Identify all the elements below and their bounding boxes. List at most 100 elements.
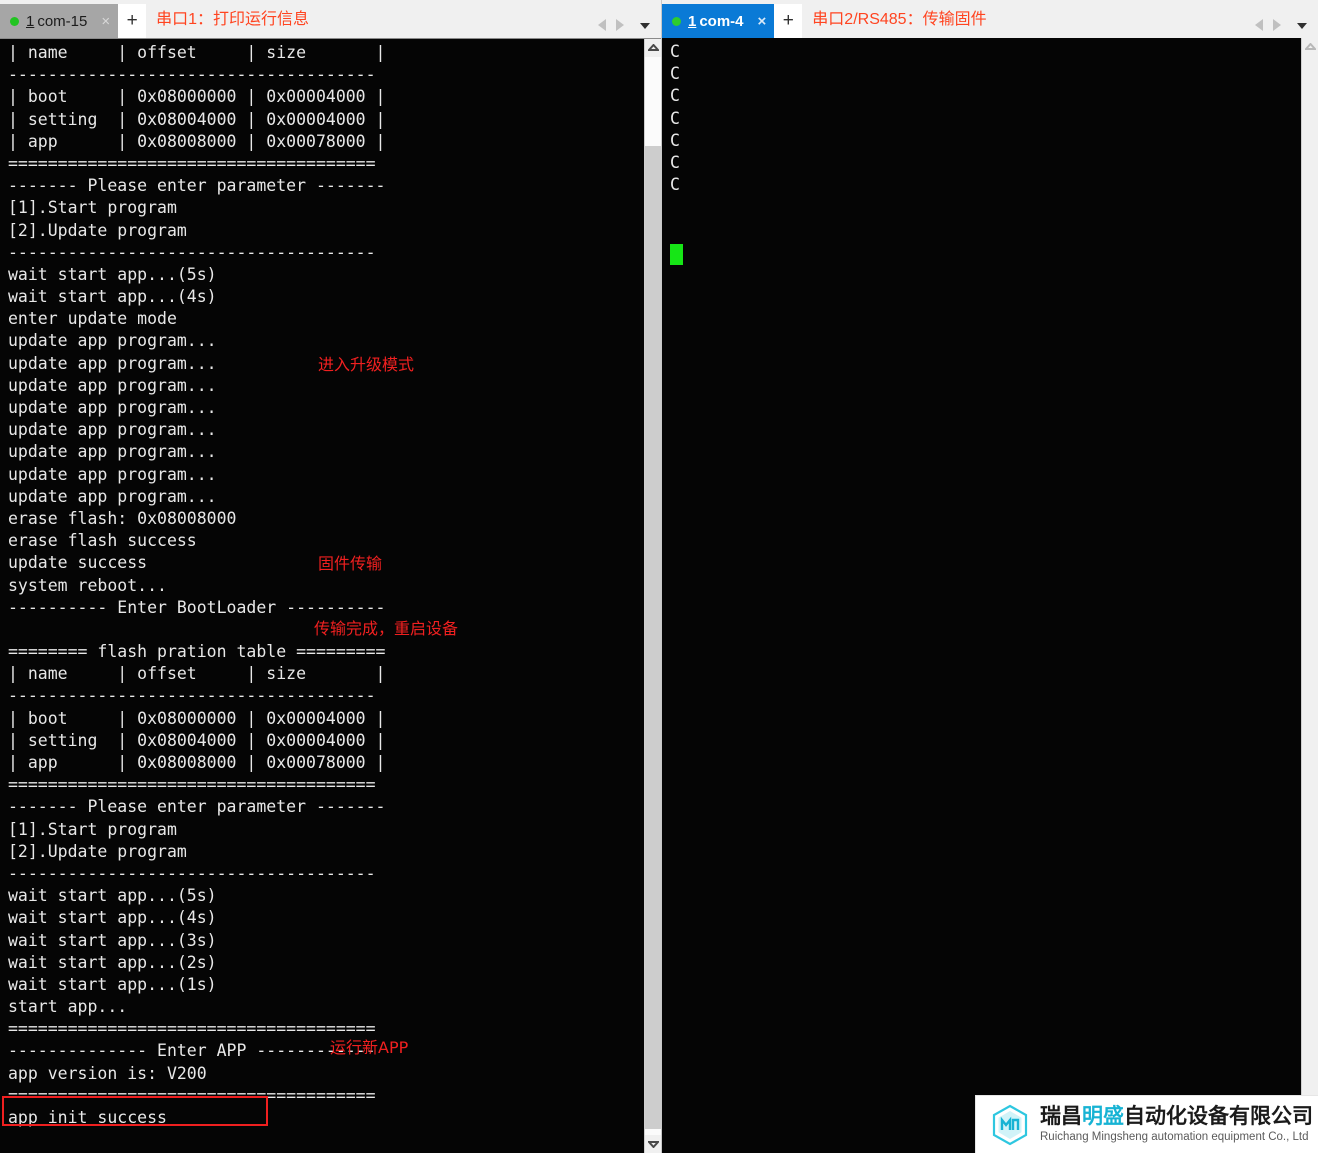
terminal-line: C xyxy=(670,152,680,172)
company-watermark: 瑞昌明盛自动化设备有限公司 Ruichang Mingsheng automat… xyxy=(975,1095,1318,1153)
right-tab-bar: 1 com-4 × + 串口2/RS485：传输固件 xyxy=(662,0,1318,38)
terminal-line: C xyxy=(670,42,680,61)
terminal-line: | name | offset | size | xyxy=(8,664,386,684)
annotation-label: 传输完成，重启设备 xyxy=(314,619,459,638)
terminal-line: update app program... xyxy=(8,464,217,484)
green-status-dot xyxy=(672,16,681,26)
terminal-line: ===================================== xyxy=(8,1085,376,1105)
green-status-dot xyxy=(10,16,19,26)
terminal-line: | boot | 0x08000000 | 0x00004000 | xyxy=(8,708,386,728)
right-terminal-wrap: CCCCCCC xyxy=(662,38,1318,1153)
left-terminal-wrap: | name | offset | size | ----------------… xyxy=(0,38,661,1153)
terminal-line: erase flash: 0x08008000 xyxy=(8,508,237,528)
terminal-line: update app program... xyxy=(8,486,217,506)
left-scrollbar[interactable] xyxy=(644,39,661,1153)
terminal-line: app init success xyxy=(8,1108,167,1127)
terminal-line: ===================================== xyxy=(8,775,376,795)
terminal-line: update app program... xyxy=(8,331,217,351)
terminal-line: system reboot... xyxy=(8,575,167,595)
terminal-line: | boot | 0x08000000 | 0x00004000 | xyxy=(8,87,386,107)
scroll-track[interactable] xyxy=(1302,56,1318,1135)
chevron-down-icon[interactable] xyxy=(1295,18,1309,32)
terminal-line: update app program... xyxy=(8,375,217,395)
close-icon[interactable]: × xyxy=(101,14,110,29)
tab-index-label: 1 xyxy=(26,12,35,30)
terminal-line: start app... xyxy=(8,997,128,1017)
annotation-label: 运行新APP xyxy=(330,1038,409,1057)
left-tab-bar: 1 com-15 × + 串口1：打印运行信息 xyxy=(0,0,661,38)
terminal-line: ------------------------------------- xyxy=(8,686,376,706)
terminal-line: C xyxy=(670,175,680,195)
tab-index-label: 1 xyxy=(688,12,697,30)
terminal-line: C xyxy=(670,64,680,84)
left-tab-nav xyxy=(596,17,661,38)
terminal-line: ------------------------------------- xyxy=(8,863,376,883)
company-logo-icon xyxy=(988,1103,1032,1147)
terminal-line: wait start app...(1s) xyxy=(8,974,217,994)
company-name-cn-highlight: 明盛 xyxy=(1082,1103,1124,1128)
terminal-line: erase flash success xyxy=(8,531,197,551)
terminal-line: ------------------------------------- xyxy=(8,65,376,85)
terminal-cursor xyxy=(670,244,683,265)
terminal-line: -------------- Enter APP ------------ xyxy=(8,1041,376,1061)
terminal-line: wait start app...(5s) xyxy=(8,264,217,284)
company-name-cn-part1: 瑞昌 xyxy=(1040,1103,1082,1128)
add-tab-button[interactable]: + xyxy=(118,4,147,38)
terminal-line: ------------------------------------- xyxy=(8,242,376,262)
left-terminal-output[interactable]: | name | offset | size | ----------------… xyxy=(0,39,644,1153)
terminal-line: update app program... xyxy=(8,442,217,462)
close-icon[interactable]: × xyxy=(758,14,767,29)
terminal-line: [2].Update program xyxy=(8,841,187,861)
terminal-line: wait start app...(4s) xyxy=(8,287,217,307)
chevron-left-icon[interactable] xyxy=(596,17,610,33)
terminal-line: wait start app...(2s) xyxy=(8,952,217,972)
chevron-down-icon[interactable] xyxy=(638,18,652,32)
terminal-line: C xyxy=(670,108,680,128)
chevron-right-icon[interactable] xyxy=(1269,17,1283,33)
terminal-line: C xyxy=(670,130,680,150)
terminal-line: ======== flash pration table ========= xyxy=(8,642,386,662)
scroll-up-button[interactable] xyxy=(1302,38,1318,56)
add-tab-button[interactable]: + xyxy=(774,4,803,38)
terminal-line: app version is: V200 xyxy=(8,1063,207,1083)
right-tab-nav xyxy=(1253,17,1318,38)
terminal-line: | app | 0x08008000 | 0x00078000 | xyxy=(8,753,386,772)
terminal-line: | app | 0x08008000 | 0x00078000 | xyxy=(8,131,386,151)
terminal-line: [1].Start program xyxy=(8,819,177,839)
chevron-left-icon[interactable] xyxy=(1253,17,1267,33)
tab-com-4[interactable]: 1 com-4 × xyxy=(662,4,775,38)
right-serial-panel: 1 com-4 × + 串口2/RS485：传输固件 CCCCCCC xyxy=(662,0,1318,1153)
tab-name-label: com-15 xyxy=(37,12,88,30)
terminal-line: ===================================== xyxy=(8,153,376,173)
serial-terminal-window: 1 com-15 × + 串口1：打印运行信息 | name | offset … xyxy=(0,0,1318,1153)
scroll-up-button[interactable] xyxy=(645,39,661,57)
terminal-line: ------- Please enter parameter ------- xyxy=(8,797,386,817)
company-name-cn: 瑞昌明盛自动化设备有限公司 xyxy=(1040,1104,1313,1128)
terminal-line: | name | offset | size | xyxy=(8,43,386,62)
scroll-track[interactable] xyxy=(645,57,661,1135)
annotation-label: 进入升级模式 xyxy=(318,355,415,374)
terminal-line: wait start app...(3s) xyxy=(8,930,217,950)
terminal-line: [1].Start program xyxy=(8,198,177,218)
terminal-line: | setting | 0x08004000 | 0x00004000 | xyxy=(8,730,386,750)
company-name-en: Ruichang Mingsheng automation equipment … xyxy=(1040,1130,1309,1143)
terminal-line: ------- Please enter parameter ------- xyxy=(8,176,386,196)
right-scrollbar[interactable] xyxy=(1301,38,1318,1153)
terminal-line: | setting | 0x08004000 | 0x00004000 | xyxy=(8,109,386,129)
tab-com-15[interactable]: 1 com-15 × xyxy=(0,4,119,38)
terminal-line: ===================================== xyxy=(8,1019,376,1039)
terminal-line: C xyxy=(670,86,680,106)
scroll-down-button[interactable] xyxy=(645,1135,661,1153)
chevron-right-icon[interactable] xyxy=(612,17,626,33)
right-terminal-output[interactable]: CCCCCCC xyxy=(662,38,1301,1153)
left-serial-panel: 1 com-15 × + 串口1：打印运行信息 | name | offset … xyxy=(0,0,662,1153)
company-name-block: 瑞昌明盛自动化设备有限公司 Ruichang Mingsheng automat… xyxy=(1040,1105,1318,1145)
annotation-label: 固件传输 xyxy=(318,554,383,573)
left-panel-title: 串口1：打印运行信息 xyxy=(156,11,310,28)
terminal-line: enter update mode xyxy=(8,309,177,329)
scroll-thumb[interactable] xyxy=(645,146,661,1129)
terminal-line: update app program... xyxy=(8,398,217,417)
tab-name-label: com-4 xyxy=(699,12,744,30)
